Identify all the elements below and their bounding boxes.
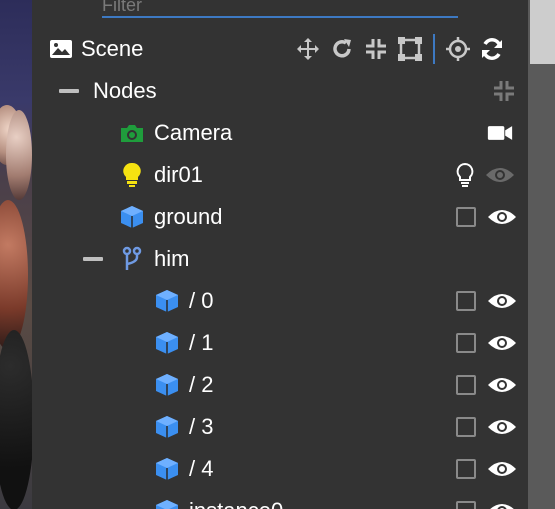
tree-item-label: / 4 xyxy=(189,456,214,481)
tree-item-label: dir01 xyxy=(154,162,203,187)
cube-icon xyxy=(154,414,180,440)
bounding-box-checkbox[interactable] xyxy=(456,501,476,509)
rotate-gizmo-icon[interactable] xyxy=(329,36,355,62)
bounding-box-checkbox[interactable] xyxy=(456,333,476,353)
tree-item-mesh[interactable]: / 3 xyxy=(32,406,528,448)
cube-icon xyxy=(154,288,180,314)
scene-explorer-panel: Scene Nodes xyxy=(32,0,528,509)
tree-item-mesh[interactable]: / 2 xyxy=(32,364,528,406)
scene-row[interactable]: Scene xyxy=(32,28,528,70)
bounding-box-checkbox[interactable] xyxy=(456,417,476,437)
scrollbar[interactable] xyxy=(528,0,555,509)
cube-icon xyxy=(154,330,180,356)
refresh-icon[interactable] xyxy=(479,36,505,62)
tree-item-mesh[interactable]: / 4 xyxy=(32,448,528,490)
scale-gizmo-icon[interactable] xyxy=(363,36,389,62)
tree-item-label: / 3 xyxy=(189,414,214,439)
tree-item-mesh[interactable]: / 1 xyxy=(32,322,528,364)
tree-item-instance[interactable]: instance0 xyxy=(32,490,528,509)
bounding-box-checkbox[interactable] xyxy=(456,207,476,227)
nodes-row[interactable]: Nodes xyxy=(32,70,528,112)
collapse-icon[interactable] xyxy=(59,89,79,93)
eye-icon[interactable] xyxy=(487,456,517,482)
3d-viewport[interactable] xyxy=(0,0,32,509)
compress-icon[interactable] xyxy=(491,78,517,104)
scene-label: Scene xyxy=(81,36,144,61)
bounding-box-checkbox[interactable] xyxy=(456,291,476,311)
eye-icon[interactable] xyxy=(487,330,517,356)
character-head-2 xyxy=(6,110,32,200)
video-camera-icon[interactable] xyxy=(487,120,513,146)
eye-icon[interactable] xyxy=(487,498,517,509)
bounding-box-checkbox[interactable] xyxy=(456,459,476,479)
character-torso xyxy=(0,200,28,350)
branch-icon xyxy=(119,246,145,272)
nodes-label: Nodes xyxy=(93,78,157,103)
cube-icon xyxy=(154,498,180,509)
tree-item-label: / 0 xyxy=(189,288,214,313)
eye-icon[interactable] xyxy=(487,372,517,398)
tree-item-camera[interactable]: Camera xyxy=(32,112,528,154)
move-gizmo-icon[interactable] xyxy=(295,36,321,62)
eye-icon[interactable] xyxy=(487,204,517,230)
tree-item-label: Camera xyxy=(154,120,233,145)
tree-item-ground[interactable]: ground xyxy=(32,196,528,238)
tree-item-him[interactable]: him xyxy=(32,238,528,280)
camera-icon xyxy=(119,120,145,146)
image-icon xyxy=(48,36,74,62)
bounding-box-gizmo-icon[interactable] xyxy=(397,36,423,62)
character-shirt xyxy=(0,330,32,509)
eye-icon[interactable] xyxy=(487,414,517,440)
cube-icon xyxy=(119,204,145,230)
scrollbar-thumb[interactable] xyxy=(530,0,555,64)
collapse-icon[interactable] xyxy=(83,257,103,261)
eye-icon[interactable] xyxy=(485,162,515,188)
tree-item-label: instance0 xyxy=(189,498,283,509)
crosshair-icon[interactable] xyxy=(445,36,471,62)
tree-item-label: / 2 xyxy=(189,372,214,397)
filter-input[interactable] xyxy=(102,0,458,18)
lightbulb-icon xyxy=(119,162,145,188)
tree-item-label: ground xyxy=(154,204,223,229)
tree-item-label: him xyxy=(154,246,190,271)
bounding-box-checkbox[interactable] xyxy=(456,375,476,395)
toolbar-separator xyxy=(433,34,435,64)
eye-icon[interactable] xyxy=(487,288,517,314)
cube-icon xyxy=(154,456,180,482)
tree-item-dir01[interactable]: dir01 xyxy=(32,154,528,196)
cube-icon xyxy=(154,372,180,398)
tree-item-mesh[interactable]: / 0 xyxy=(32,280,528,322)
tree-item-label: / 1 xyxy=(189,330,214,355)
light-toggle-icon[interactable] xyxy=(452,162,478,188)
